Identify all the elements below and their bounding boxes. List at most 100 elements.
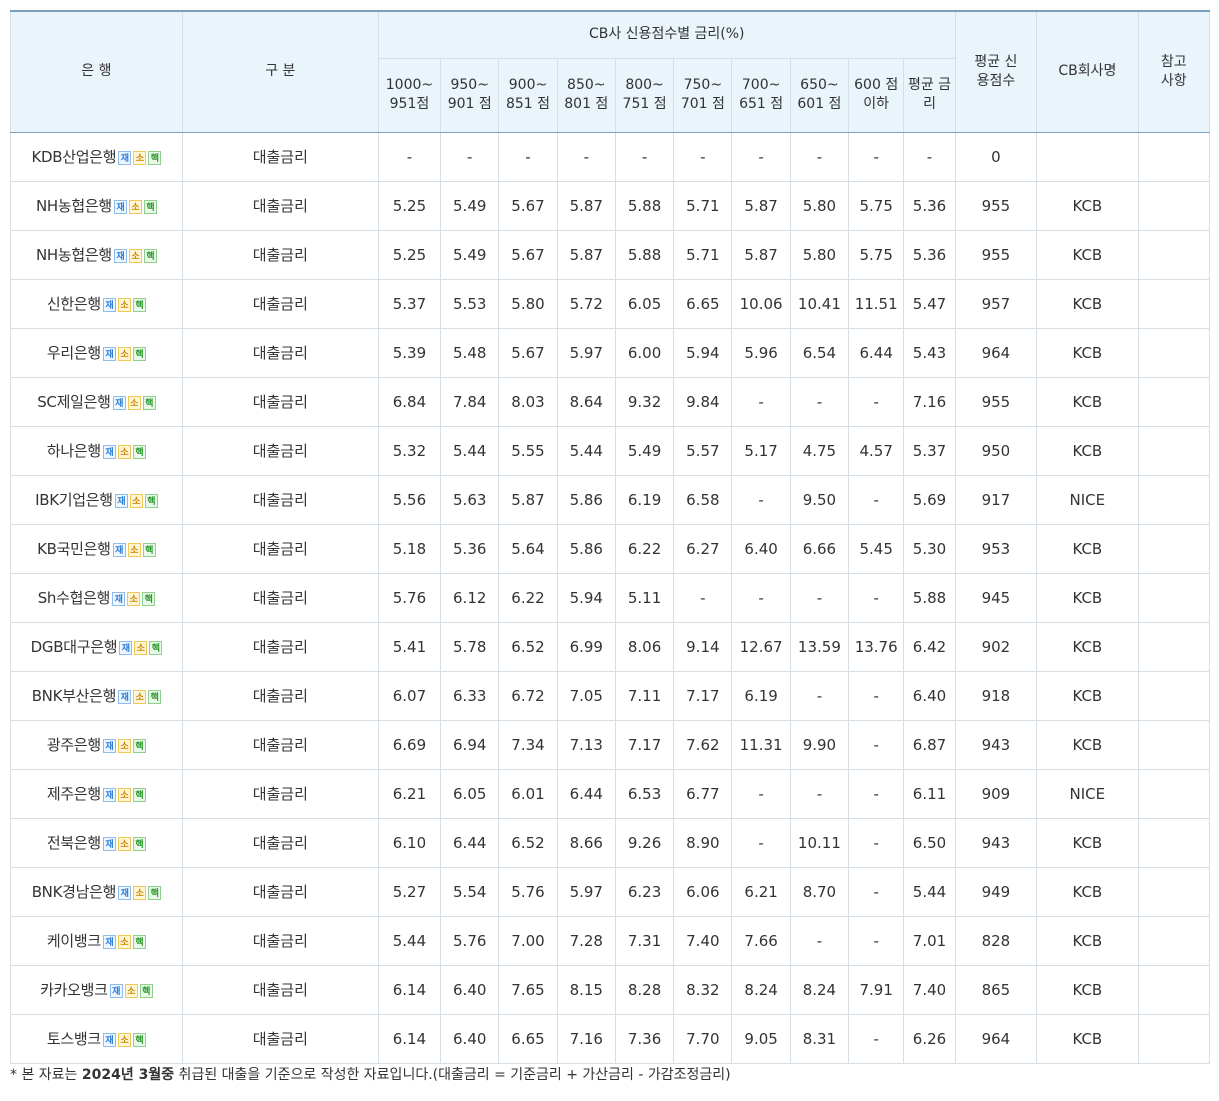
badge-haek-icon[interactable]: 핵 bbox=[142, 542, 156, 557]
bank-name[interactable]: NH농협은행 bbox=[36, 197, 112, 215]
badge-haek-icon[interactable]: 핵 bbox=[144, 493, 158, 508]
rate-cell: 7.84 bbox=[440, 376, 500, 427]
badge-so-icon[interactable]: 소 bbox=[124, 983, 138, 998]
bank-name[interactable]: SC제일은행 bbox=[37, 393, 111, 411]
badge-jae-icon[interactable]: 재 bbox=[102, 787, 116, 802]
avg-score-cell: 0 bbox=[954, 131, 1038, 182]
badge-haek-icon[interactable]: 핵 bbox=[132, 1032, 146, 1047]
table-row: 우리은행 재 소 핵 대출금리 5.39 5.48 5.67 5.97 6.00 5.94 5.96 6… bbox=[10, 327, 1211, 378]
badge-so-icon[interactable]: 소 bbox=[128, 199, 142, 214]
badge-haek-icon[interactable]: 핵 bbox=[132, 934, 146, 949]
badge-jae-icon[interactable]: 재 bbox=[112, 542, 126, 557]
badge-so-icon[interactable]: 소 bbox=[117, 738, 131, 753]
badge-so-icon[interactable]: 소 bbox=[117, 297, 131, 312]
badge-so-icon[interactable]: 소 bbox=[117, 444, 131, 459]
bank-name[interactable]: 하나은행 bbox=[47, 442, 101, 460]
badge-haek-icon[interactable]: 핵 bbox=[132, 787, 146, 802]
bank-name[interactable]: IBK기업은행 bbox=[35, 491, 113, 509]
bank-name[interactable]: 케이뱅크 bbox=[47, 932, 101, 950]
bank-cell: DGB대구은행 재 소 핵 bbox=[10, 621, 183, 672]
rate-cell: 5.94 bbox=[673, 327, 733, 378]
loan-type-cell: 대출금리 bbox=[181, 866, 379, 917]
badge-jae-icon[interactable]: 재 bbox=[118, 689, 132, 704]
badge-jae-icon[interactable]: 재 bbox=[102, 934, 116, 949]
badge-haek-icon[interactable]: 핵 bbox=[139, 983, 153, 998]
badge-jae-icon[interactable]: 재 bbox=[118, 150, 132, 165]
loan-type-cell: 대출금리 bbox=[181, 670, 379, 721]
badge-so-icon[interactable]: 소 bbox=[133, 885, 147, 900]
badge-so-icon[interactable]: 소 bbox=[127, 542, 141, 557]
badge-so-icon[interactable]: 소 bbox=[117, 787, 131, 802]
badge-haek-icon[interactable]: 핵 bbox=[148, 689, 162, 704]
badge-so-icon[interactable]: 소 bbox=[134, 640, 148, 655]
rate-cell: 5.63 bbox=[440, 474, 500, 525]
badge-so-icon[interactable]: 소 bbox=[127, 395, 141, 410]
rate-cell: 5.88 bbox=[614, 180, 675, 231]
bank-name[interactable]: DGB대구은행 bbox=[31, 638, 118, 656]
bank-name[interactable]: NH농협은행 bbox=[36, 246, 112, 264]
bank-name[interactable]: 카카오뱅크 bbox=[40, 981, 108, 999]
badge-haek-icon[interactable]: 핵 bbox=[149, 640, 163, 655]
loan-type-cell: 대출금리 bbox=[181, 768, 379, 819]
table-row: 전북은행 재 소 핵 대출금리 6.10 6.44 6.52 8.66 9.26 8.90-10.1… bbox=[10, 817, 1211, 868]
badge-jae-icon[interactable]: 재 bbox=[118, 885, 132, 900]
badge-so-icon[interactable]: 소 bbox=[117, 934, 131, 949]
badge-haek-icon[interactable]: 핵 bbox=[132, 297, 146, 312]
badge-haek-icon[interactable]: 핵 bbox=[148, 885, 162, 900]
bank-name[interactable]: BNK경남은행 bbox=[32, 883, 117, 901]
badge-haek-icon[interactable]: 핵 bbox=[148, 150, 162, 165]
rate-cell: - bbox=[789, 131, 850, 182]
badge-jae-icon[interactable]: 재 bbox=[112, 395, 126, 410]
badge-haek-icon[interactable]: 핵 bbox=[132, 836, 146, 851]
badge-jae-icon[interactable]: 재 bbox=[113, 248, 127, 263]
badge-haek-icon[interactable]: 핵 bbox=[143, 199, 157, 214]
bank-name[interactable]: 우리은행 bbox=[47, 344, 101, 362]
badge-so-icon[interactable]: 소 bbox=[133, 150, 147, 165]
badge-jae-icon[interactable]: 재 bbox=[113, 199, 127, 214]
badge-jae-icon[interactable]: 재 bbox=[114, 493, 128, 508]
badge-so-icon[interactable]: 소 bbox=[117, 836, 131, 851]
rate-cell: 10.11 bbox=[789, 817, 850, 868]
badge-jae-icon[interactable]: 재 bbox=[102, 297, 116, 312]
bank-cell: BNK부산은행 재 소 핵 bbox=[10, 670, 183, 721]
rate-cell: 6.69 bbox=[377, 719, 442, 770]
badge-jae-icon[interactable]: 재 bbox=[119, 640, 133, 655]
badge-so-icon[interactable]: 소 bbox=[128, 248, 142, 263]
badge-haek-icon[interactable]: 핵 bbox=[142, 395, 156, 410]
badge-jae-icon[interactable]: 재 bbox=[109, 983, 123, 998]
bank-name[interactable]: 전북은행 bbox=[47, 834, 101, 852]
header-score-col: 700~ 651 점 bbox=[731, 57, 791, 133]
bank-name[interactable]: 신한은행 bbox=[47, 295, 101, 313]
rate-cell: 13.76 bbox=[848, 621, 905, 672]
rate-cell: 7.40 bbox=[673, 915, 733, 966]
badge-so-icon[interactable]: 소 bbox=[117, 1032, 131, 1047]
badge-haek-icon[interactable]: 핵 bbox=[132, 444, 146, 459]
badge-haek-icon[interactable]: 핵 bbox=[142, 591, 156, 606]
badge-so-icon[interactable]: 소 bbox=[117, 346, 131, 361]
badge-jae-icon[interactable]: 재 bbox=[102, 1032, 116, 1047]
badge-jae-icon[interactable]: 재 bbox=[102, 738, 116, 753]
badge-haek-icon[interactable]: 핵 bbox=[132, 738, 146, 753]
rate-cell: 5.76 bbox=[498, 866, 558, 917]
bank-name[interactable]: 제주은행 bbox=[47, 785, 101, 803]
bank-name[interactable]: BNK부산은행 bbox=[32, 687, 117, 705]
badge-haek-icon[interactable]: 핵 bbox=[132, 346, 146, 361]
bank-name[interactable]: 토스뱅크 bbox=[47, 1030, 101, 1048]
badge-so-icon[interactable]: 소 bbox=[127, 591, 141, 606]
badge-jae-icon[interactable]: 재 bbox=[102, 346, 116, 361]
bank-name[interactable]: KB국민은행 bbox=[37, 540, 111, 558]
bank-name[interactable]: 광주은행 bbox=[47, 736, 101, 754]
rate-cell: - bbox=[556, 131, 616, 182]
badge-jae-icon[interactable]: 재 bbox=[112, 591, 126, 606]
rate-cell: - bbox=[848, 768, 905, 819]
badge-so-icon[interactable]: 소 bbox=[129, 493, 143, 508]
bank-name[interactable]: Sh수협은행 bbox=[38, 589, 111, 607]
avg-score-cell: 945 bbox=[954, 572, 1038, 623]
avg-score-cell: 964 bbox=[954, 327, 1038, 378]
badge-haek-icon[interactable]: 핵 bbox=[143, 248, 157, 263]
header-type: 구 분 bbox=[181, 10, 379, 133]
bank-name[interactable]: KDB산업은행 bbox=[32, 148, 117, 166]
badge-so-icon[interactable]: 소 bbox=[133, 689, 147, 704]
badge-jae-icon[interactable]: 재 bbox=[102, 836, 116, 851]
badge-jae-icon[interactable]: 재 bbox=[102, 444, 116, 459]
